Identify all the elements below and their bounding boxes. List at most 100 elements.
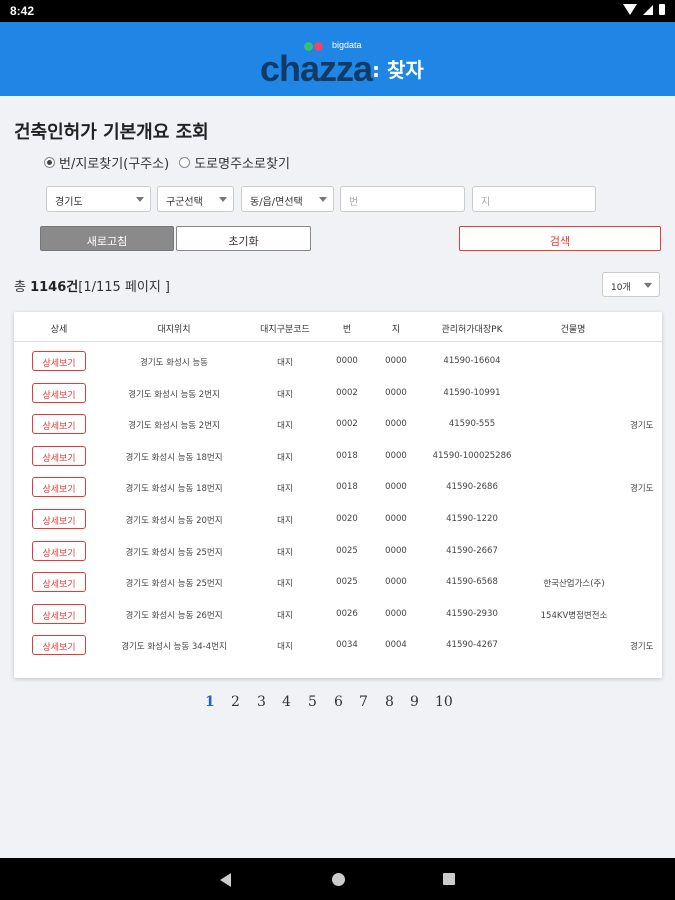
- cell-bun: 0018: [336, 482, 358, 493]
- table-row: 상세보기 경기도 화성시 능동 26번지 대지 0026 0000 41590-2930 1…: [14, 598, 662, 630]
- district-select[interactable]: 구군선택: [157, 186, 234, 212]
- cell-bun: 0002: [336, 387, 358, 398]
- cell-bun: 0026: [336, 608, 358, 619]
- page-link-1[interactable]: 1: [205, 694, 215, 710]
- table-row: 상세보기 경기도 화성시 능동 2번지 대지 0002 0000 41590-555 경기도: [14, 408, 662, 440]
- search-mode-radios: 번/지로찾기(구주소) 도로명주소로찾기: [44, 153, 290, 172]
- android-nav-bar: [0, 858, 675, 900]
- cell-bun: 0000: [336, 356, 358, 366]
- province-value: 경기도: [55, 197, 83, 208]
- cell-ji: 0000: [385, 356, 407, 366]
- page-size-value: 10개: [611, 283, 631, 293]
- district-value: 구군선택: [166, 197, 203, 208]
- page-link-4[interactable]: 4: [282, 694, 291, 710]
- page-link-2[interactable]: 2: [231, 694, 240, 710]
- radio-road-address[interactable]: 도로명주소로찾기: [179, 153, 290, 172]
- cell-pk: 41590-6568: [446, 577, 498, 588]
- detail-view-button[interactable]: 상세보기: [32, 414, 86, 435]
- cell-code: 대지: [277, 547, 293, 558]
- detail-view-button[interactable]: 상세보기: [32, 540, 86, 561]
- page-link-9[interactable]: 9: [410, 694, 419, 710]
- cell-pk: 41590-2930: [446, 608, 498, 619]
- cell-extra: 경기도: [630, 421, 654, 432]
- cell-location: 경기도 화성시 능동 26번지: [125, 610, 223, 621]
- cell-ji: 0000: [385, 482, 407, 493]
- ji-placeholder: 지: [481, 197, 491, 208]
- col-header-ji: 지: [391, 325, 401, 335]
- reset-button[interactable]: 초기화: [176, 226, 311, 251]
- cell-code: 대지: [277, 642, 293, 653]
- table-row: 상세보기 경기도 화성시 능동 20번지 대지 0020 0000 41590-1220: [14, 503, 662, 535]
- col-header-detail: 상세: [50, 325, 68, 335]
- app-header: bigdata chazza : 찾자: [0, 22, 675, 96]
- cell-pk: 41590-4267: [446, 640, 498, 651]
- radio-lot-number[interactable]: 번/지로찾기(구주소): [44, 153, 169, 172]
- table-row: 상세보기 경기도 화성시 능동 18번지 대지 0018 0000 41590-2686 경…: [14, 471, 662, 503]
- cell-location: 경기도 화성시 능동 25번지: [125, 547, 223, 558]
- search-button[interactable]: 검색: [459, 226, 661, 251]
- chevron-down-icon: [219, 197, 227, 202]
- recents-icon[interactable]: [443, 873, 455, 885]
- status-bar: 8:42: [0, 0, 675, 22]
- province-select[interactable]: 경기도: [46, 186, 151, 212]
- cell-building: 한국산업가스(주): [543, 579, 605, 590]
- summary-prefix: 총: [14, 280, 31, 295]
- radio-unselected-icon: [179, 157, 191, 168]
- col-header-building: 건물명: [560, 325, 586, 335]
- page-link-8[interactable]: 8: [385, 694, 394, 710]
- detail-view-button[interactable]: 상세보기: [32, 477, 86, 498]
- detail-view-button[interactable]: 상세보기: [32, 635, 86, 656]
- cell-pk: 41590-1220: [446, 514, 498, 524]
- page-title: 건축인허가 기본개요 조회: [14, 122, 209, 143]
- back-icon[interactable]: [220, 873, 231, 887]
- cell-location: 경기도 화성시 능동 34-4번지: [121, 642, 227, 653]
- refresh-button[interactable]: 새로고침: [40, 226, 174, 251]
- cell-ji: 0000: [385, 419, 407, 430]
- detail-view-button[interactable]: 상세보기: [32, 382, 86, 403]
- result-count: 1146건: [30, 280, 79, 295]
- home-icon[interactable]: [332, 873, 345, 886]
- bun-input[interactable]: 번: [340, 186, 465, 212]
- detail-view-button[interactable]: 상세보기: [32, 445, 86, 466]
- logo-suffix: : 찾자: [372, 58, 424, 82]
- table-header: 상세 대지위치 대지구분코드 번 지 관리허가대장PK 건물명: [14, 312, 662, 342]
- detail-view-button[interactable]: 상세보기: [32, 351, 86, 371]
- cell-code: 대지: [277, 452, 293, 463]
- signal-icon: [643, 4, 653, 15]
- cell-pk: 41590-16604: [443, 356, 501, 366]
- page-size-select[interactable]: 10개: [602, 272, 660, 297]
- radio-label: 번/지로찾기(구주소): [59, 157, 170, 172]
- logo-brand: chazza: [260, 48, 373, 89]
- page-link-5[interactable]: 5: [308, 694, 317, 710]
- detail-view-button[interactable]: 상세보기: [32, 509, 86, 529]
- cell-location: 경기도 화성시 능동 2번지: [128, 389, 220, 400]
- page-info: [1/115 페이지 ]: [78, 280, 171, 295]
- cell-pk: 41590-10991: [443, 387, 501, 398]
- status-time: 8:42: [10, 4, 35, 18]
- page-link-6[interactable]: 6: [334, 694, 343, 710]
- cell-pk: 41590-100025286: [432, 450, 512, 461]
- cell-bun: 0025: [336, 545, 358, 556]
- detail-view-button[interactable]: 상세보기: [32, 603, 86, 624]
- cell-code: 대지: [277, 358, 293, 368]
- page-link-7[interactable]: 7: [359, 694, 368, 710]
- radio-label: 도로명주소로찾기: [194, 157, 290, 172]
- cell-location: 경기도 화성시 능동: [140, 358, 208, 368]
- cell-bun: 0034: [336, 640, 358, 651]
- cell-extra: 경기도: [630, 642, 654, 653]
- ji-input[interactable]: 지: [472, 186, 596, 212]
- battery-icon: [659, 4, 665, 15]
- cell-code: 대지: [277, 516, 293, 526]
- page-link-3[interactable]: 3: [257, 694, 266, 710]
- page-link-10[interactable]: 10: [435, 694, 453, 710]
- table-row: 상세보기 경기도 화성시 능동 18번지 대지 0018 0000 41590-10002…: [14, 440, 662, 472]
- cell-code: 대지: [277, 610, 293, 621]
- cell-code: 대지: [277, 421, 293, 432]
- town-select[interactable]: 동/읍/면선택: [241, 186, 334, 212]
- wifi-icon: [623, 4, 637, 15]
- cell-pk: 41590-2667: [446, 545, 498, 556]
- cell-ji: 0000: [385, 514, 407, 524]
- detail-view-button[interactable]: 상세보기: [32, 572, 86, 593]
- radio-selected-icon: [44, 157, 55, 168]
- chevron-down-icon: [319, 197, 327, 202]
